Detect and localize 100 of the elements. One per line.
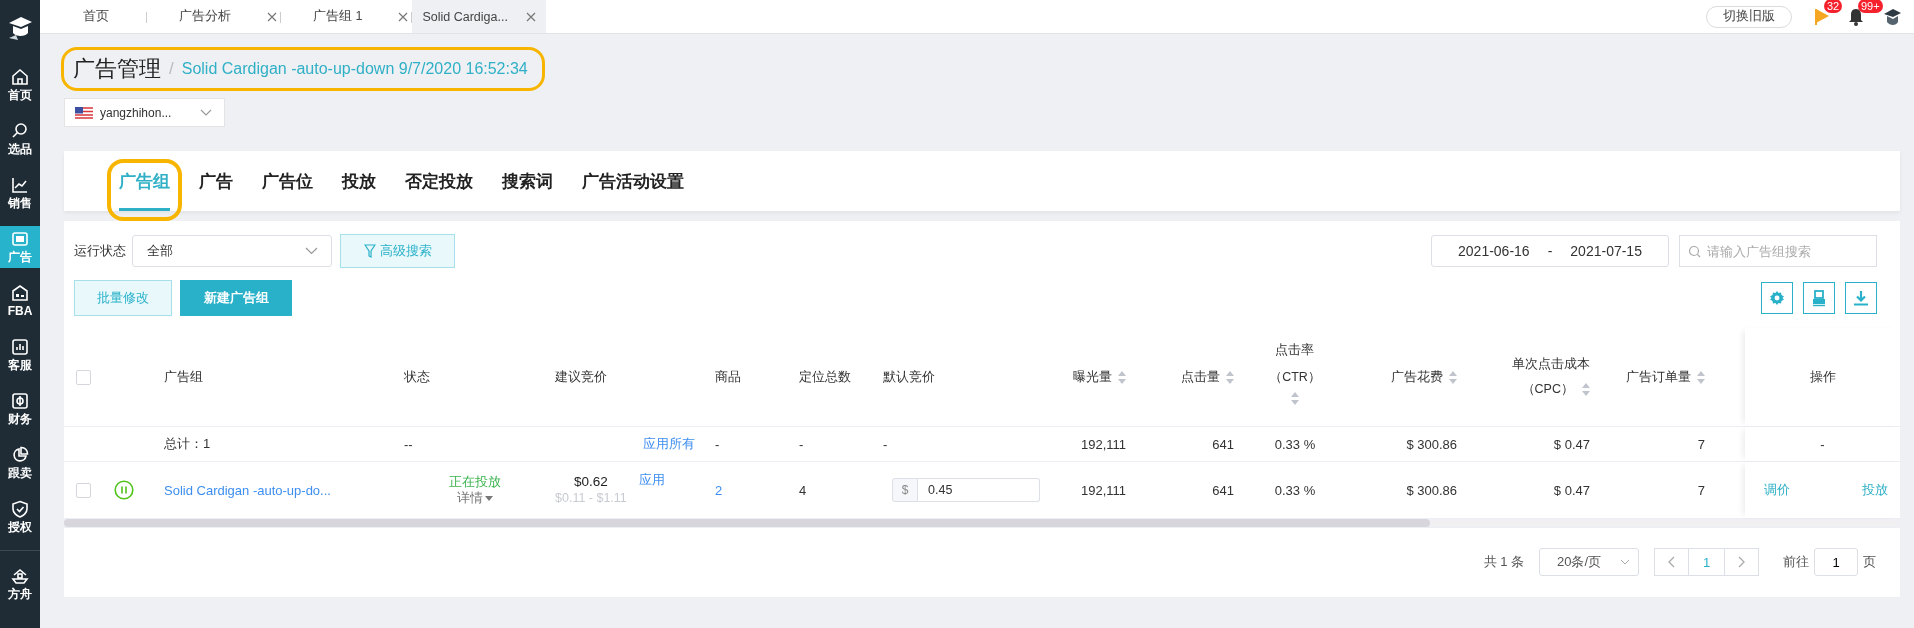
chevron-down-icon <box>200 108 212 117</box>
scrollbar-thumb[interactable] <box>64 519 1430 527</box>
next-page-button[interactable] <box>1724 548 1759 576</box>
column-header[interactable]: 点击率 （CTR） <box>1250 328 1340 426</box>
page-tab[interactable]: 广告组 1 <box>281 0 413 33</box>
chevron-down-icon <box>1620 559 1630 565</box>
close-icon[interactable] <box>525 11 536 22</box>
horizontal-scrollbar[interactable] <box>64 519 1900 528</box>
bid-input-field[interactable]: 0.45 <box>918 478 1040 502</box>
account-select[interactable]: yangzhihon... <box>64 98 225 127</box>
table-cell: -- <box>404 436 413 452</box>
page-tab[interactable]: 首页 <box>40 0 147 33</box>
column-header: 默认竞价 <box>882 368 936 386</box>
column-header: 操作 <box>1745 328 1900 426</box>
column-header: 商品 <box>714 368 742 386</box>
date-range-field[interactable]: 2021-06-16 - 2021-07-15 <box>1431 235 1669 267</box>
table-cell: $ 0.47 <box>1553 436 1590 452</box>
tab[interactable]: 广告位 <box>262 151 313 211</box>
table-cell: 641 <box>1212 482 1234 498</box>
sidebar-item[interactable]: 销售 <box>0 172 40 214</box>
tab[interactable]: 广告活动设置 <box>582 151 684 211</box>
chevron-left-icon <box>1668 556 1675 568</box>
link[interactable]: 应用所有 <box>643 435 695 453</box>
bar-chart-icon <box>11 338 29 356</box>
printer-icon <box>1810 289 1828 307</box>
caret-down-icon <box>484 495 493 501</box>
goto-page-field[interactable]: 1 <box>1814 548 1858 576</box>
switch-version-button[interactable]: 切换旧版 <box>1706 5 1792 28</box>
download-icon <box>1852 289 1870 307</box>
sidebar-item[interactable]: 授权 <box>0 496 40 538</box>
apply-link[interactable]: 应用 <box>638 471 665 489</box>
settings-icon <box>1768 289 1786 307</box>
suggested-bid: $0.62 <box>574 474 608 490</box>
table-cell: - <box>799 436 804 452</box>
page-tab[interactable]: Solid Cardiga... <box>412 0 546 33</box>
line-chart-icon <box>11 176 29 194</box>
table-cell: $ 300.86 <box>1406 482 1457 498</box>
table-cell: - <box>715 436 720 452</box>
tab[interactable]: 否定投放 <box>405 151 473 211</box>
status-select[interactable]: 全部 <box>132 235 332 267</box>
page-tab[interactable]: 广告分析 <box>147 0 281 33</box>
total-count: 共 1 条 <box>1483 553 1524 571</box>
details-toggle[interactable]: 详情 <box>456 490 493 506</box>
table-cell: 192,111 <box>1080 482 1126 498</box>
sidebar-item[interactable]: 选品 <box>0 118 40 160</box>
currency-prefix: $ <box>892 478 918 502</box>
printer-button[interactable] <box>1803 282 1835 314</box>
filter-icon <box>363 244 376 258</box>
table-cell: 4 <box>799 482 807 498</box>
table-cell: - <box>883 436 888 452</box>
sidebar-item[interactable]: 跟卖 <box>0 442 40 484</box>
avatar-icon[interactable] <box>1882 6 1902 27</box>
table-cell: 192,111 <box>1080 436 1126 452</box>
sidebar-item[interactable]: 方舟 <box>0 563 40 605</box>
download-button[interactable] <box>1845 282 1877 314</box>
table-cell: 641 <box>1212 436 1234 452</box>
column-header: 广告组 <box>163 368 204 386</box>
column-header[interactable]: 单次点击成本 （CPC） <box>1470 328 1605 426</box>
search-icon <box>11 122 29 140</box>
tab[interactable]: 投放 <box>342 151 376 211</box>
column-header[interactable]: 点击量 <box>1140 328 1250 426</box>
tab[interactable]: 广告 <box>199 151 233 211</box>
filter-label: 运行状态 <box>74 242 126 260</box>
table-cell: - <box>1820 436 1825 452</box>
table-cell: 0.33 % <box>1274 436 1316 452</box>
checkbox[interactable] <box>76 482 91 498</box>
search-icon <box>1688 245 1701 258</box>
close-icon[interactable] <box>267 11 277 22</box>
tab[interactable]: 搜索词 <box>502 151 553 211</box>
close-icon[interactable] <box>398 11 409 22</box>
sort-icon[interactable] <box>1226 370 1234 384</box>
column-header: 建议竞价 <box>554 368 608 386</box>
sort-icon[interactable] <box>1291 392 1299 405</box>
chevron-right-icon <box>1738 556 1745 568</box>
count-badge: 32 <box>1824 0 1843 13</box>
checkbox[interactable] <box>76 369 91 385</box>
previous-page-button[interactable] <box>1654 548 1689 576</box>
sidebar-item[interactable]: 财务 <box>0 388 40 430</box>
column-header[interactable]: 广告订单量 <box>1605 328 1745 426</box>
table-cell: 0.33 % <box>1274 482 1316 498</box>
search-field[interactable]: 请输入广告组搜索 <box>1679 235 1877 267</box>
sidebar-item[interactable]: FBA <box>0 280 40 322</box>
ad-board-icon <box>11 230 29 248</box>
sidebar-item[interactable]: 首页 <box>0 64 40 106</box>
pause-icon[interactable] <box>114 480 134 500</box>
sort-icon[interactable] <box>1118 370 1126 384</box>
warehouse-icon <box>11 284 29 302</box>
shield-icon <box>11 500 29 518</box>
column-header[interactable]: 曝光量 <box>1045 328 1140 426</box>
sort-icon[interactable] <box>1697 370 1705 384</box>
pie-chart-icon <box>11 446 29 464</box>
sidebar-item[interactable]: 客服 <box>0 334 40 376</box>
table-cell: 7 <box>1697 482 1705 498</box>
sort-icon[interactable] <box>1582 383 1590 396</box>
table-cell: 7 <box>1697 436 1705 452</box>
sort-icon[interactable] <box>1449 370 1457 384</box>
count-badge: 99+ <box>1858 0 1883 13</box>
column-header[interactable]: 广告花费 <box>1340 328 1470 426</box>
settings-button[interactable] <box>1761 282 1793 314</box>
page-size-select[interactable]: 20条/页 <box>1539 548 1639 576</box>
